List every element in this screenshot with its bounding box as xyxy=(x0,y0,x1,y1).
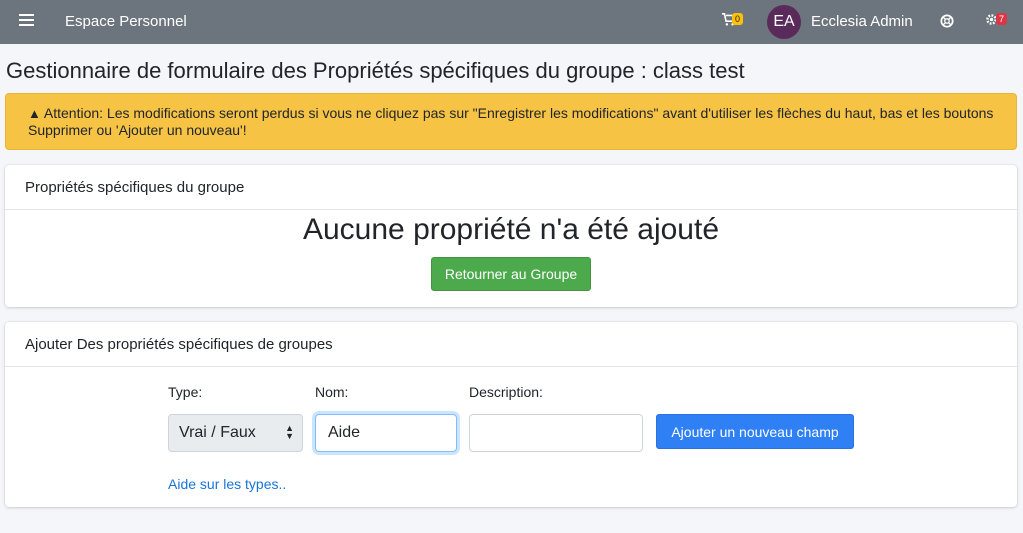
help-lifebuoy-icon[interactable] xyxy=(940,14,954,33)
warning-alert: ▲ Attention: Les modifications seront per… xyxy=(5,93,1017,150)
add-card-header: Ajouter Des propriétés spécifiques de gr… xyxy=(5,322,1017,367)
settings-button[interactable]: 7 xyxy=(985,13,1008,30)
top-navbar: Espace Personnel 0 EA Ecclesia Admin 7 xyxy=(0,0,1023,44)
name-label: Nom: xyxy=(315,384,349,400)
empty-message: Aucune propriété n'a été ajouté xyxy=(302,213,720,246)
page-title: Gestionnaire de formulaire des Propriété… xyxy=(6,58,745,83)
cart-count-badge: 0 xyxy=(732,13,744,25)
warning-icon: ▲ xyxy=(28,106,41,121)
back-to-group-button[interactable]: Retourner au Groupe xyxy=(431,257,591,291)
menu-icon[interactable] xyxy=(19,14,34,28)
cart-button[interactable]: 0 xyxy=(722,13,744,29)
avatar[interactable]: EA xyxy=(767,5,801,39)
type-select-value: Vrai / Faux xyxy=(179,424,256,441)
add-field-button[interactable]: Ajouter un nouveau champ xyxy=(656,414,854,449)
type-select[interactable]: Vrai / Faux ▲ ▼ xyxy=(168,414,303,452)
select-arrows-icon: ▲ ▼ xyxy=(285,423,294,441)
user-name[interactable]: Ecclesia Admin xyxy=(811,13,913,30)
type-label: Type: xyxy=(168,384,203,400)
brand-link[interactable]: Espace Personnel xyxy=(65,13,187,30)
properties-card-header: Propriétés spécifiques du groupe xyxy=(5,165,1017,210)
properties-card: Propriétés spécifiques du groupe Aucune … xyxy=(5,165,1017,307)
alert-text: Attention: Les modifications seront perd… xyxy=(28,105,994,138)
notifications-badge: 7 xyxy=(996,13,1008,25)
types-help-link[interactable]: Aide sur les types.. xyxy=(168,476,286,492)
description-label: Description: xyxy=(469,384,543,400)
add-properties-card: Ajouter Des propriétés spécifiques de gr… xyxy=(5,322,1017,507)
description-input[interactable] xyxy=(469,414,643,452)
name-input[interactable] xyxy=(315,414,457,452)
